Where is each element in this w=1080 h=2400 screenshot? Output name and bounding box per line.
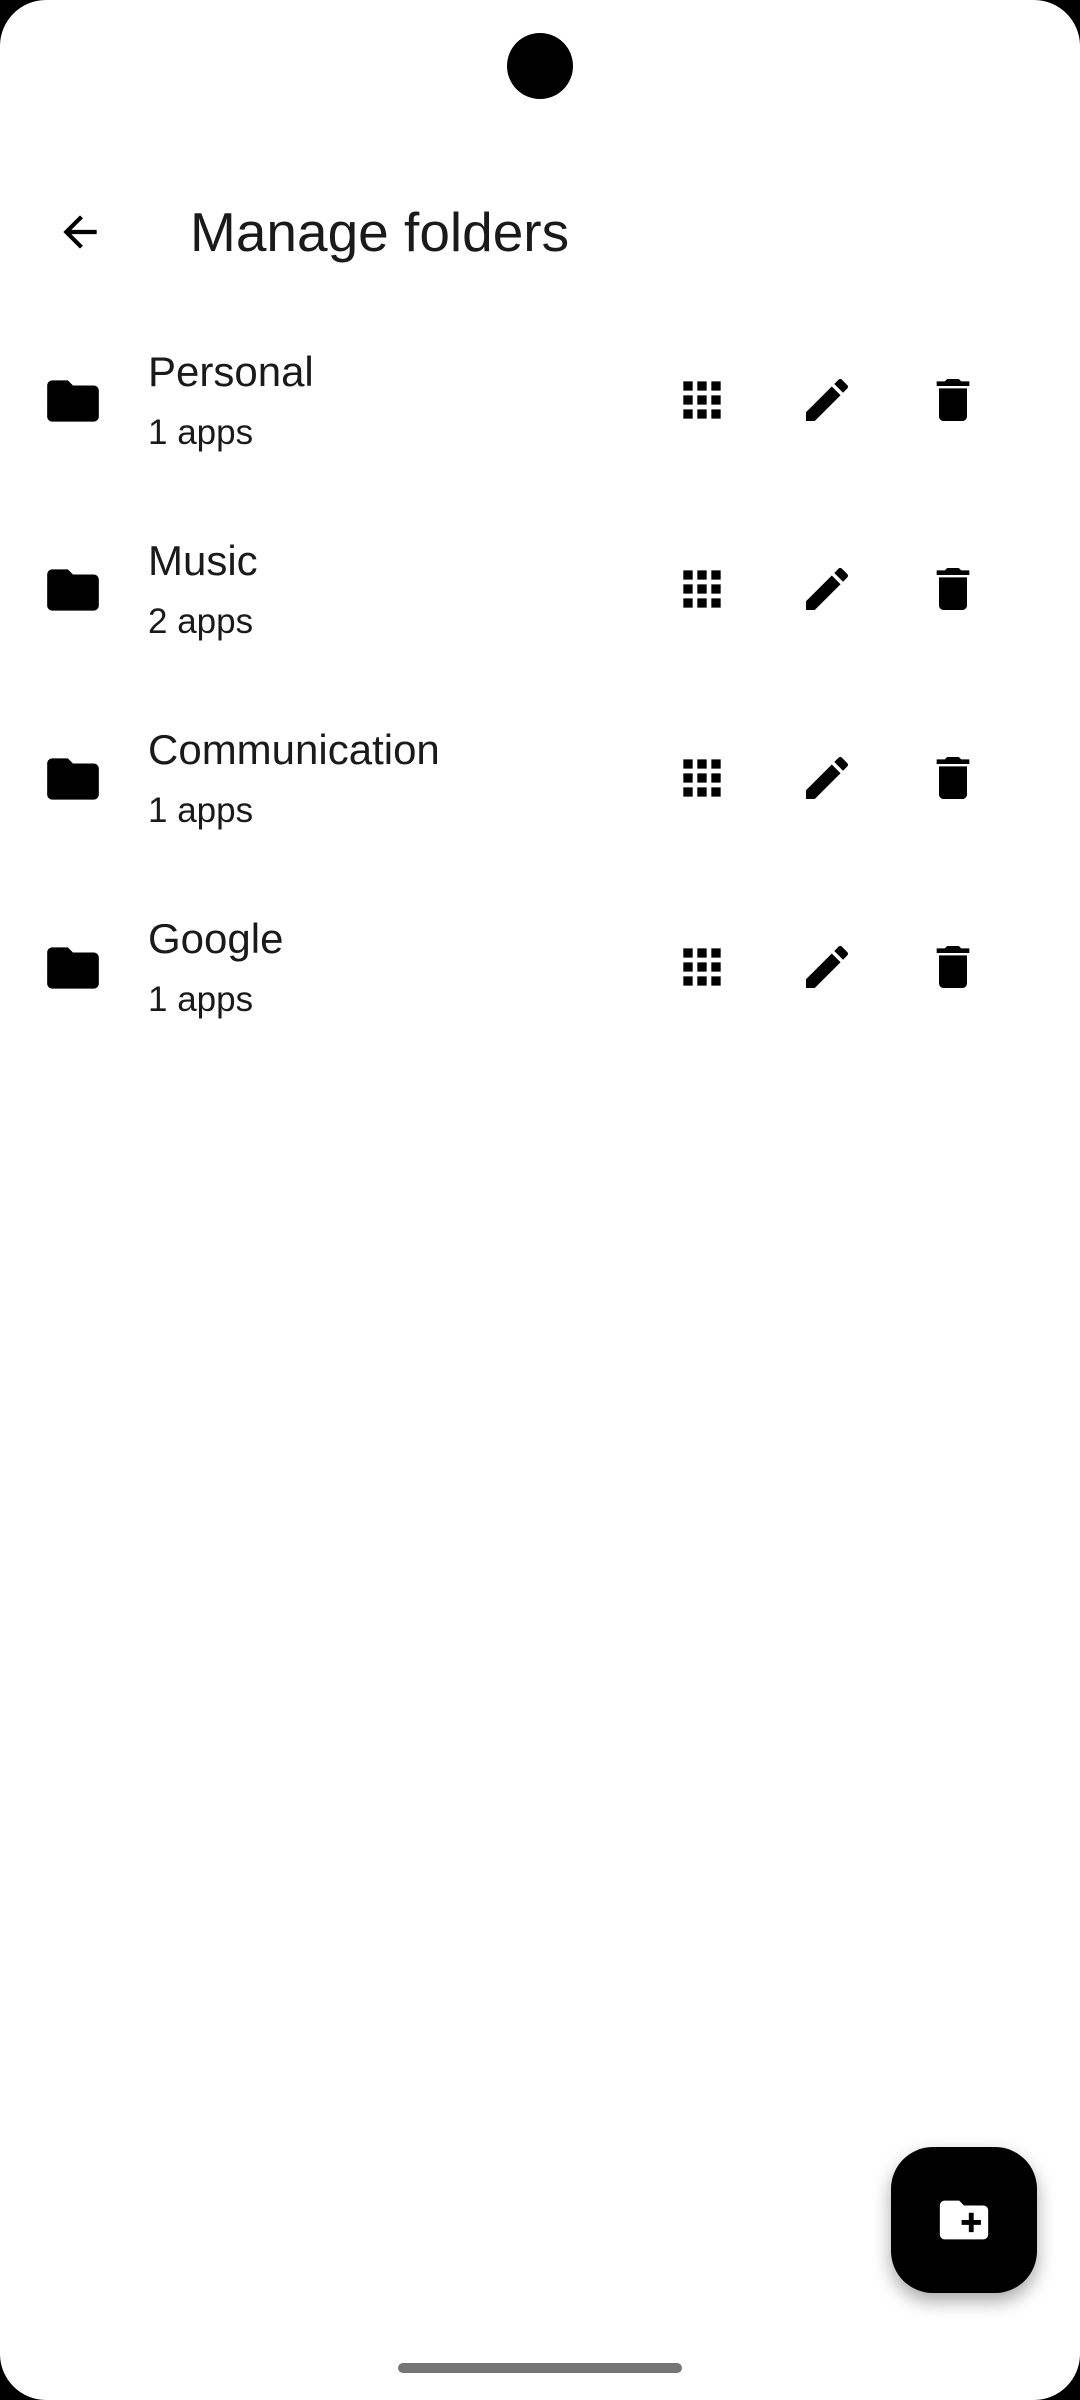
rename-folder-button[interactable] bbox=[779, 919, 875, 1015]
folder-name: Personal bbox=[148, 348, 314, 395]
folder-app-count: 2 apps bbox=[148, 602, 254, 641]
apps-grid-icon bbox=[683, 948, 721, 986]
rename-folder-button[interactable] bbox=[779, 541, 875, 637]
trash-icon bbox=[936, 757, 970, 799]
rename-folder-button[interactable] bbox=[779, 730, 875, 826]
rename-folder-button[interactable] bbox=[779, 352, 875, 448]
folder-app-count: 1 apps bbox=[148, 791, 254, 830]
delete-folder-button[interactable] bbox=[905, 919, 1001, 1015]
arrow-back-icon bbox=[63, 215, 97, 249]
folder-row[interactable]: Google 1 apps bbox=[0, 873, 1080, 1062]
delete-folder-button[interactable] bbox=[905, 730, 1001, 826]
delete-folder-button[interactable] bbox=[905, 352, 1001, 448]
folder-row[interactable]: Personal 1 apps bbox=[0, 306, 1080, 495]
screen: Manage folders Personal 1 apps Music 2 a… bbox=[0, 0, 1080, 2400]
manage-apps-button[interactable] bbox=[654, 919, 750, 1015]
folder-icon bbox=[42, 370, 104, 432]
trash-icon bbox=[936, 946, 970, 988]
delete-folder-button[interactable] bbox=[905, 541, 1001, 637]
apps-grid-icon bbox=[683, 381, 721, 419]
pencil-icon bbox=[806, 945, 849, 988]
pencil-icon bbox=[806, 378, 849, 421]
back-button[interactable] bbox=[32, 184, 128, 280]
folder-name: Music bbox=[148, 537, 258, 584]
folder-name: Communication bbox=[148, 726, 440, 773]
trash-icon bbox=[936, 568, 970, 610]
folder-row[interactable]: Communication 1 apps bbox=[0, 684, 1080, 873]
camera-cutout bbox=[507, 33, 573, 99]
page-title: Manage folders bbox=[190, 201, 570, 263]
add-folder-fab[interactable] bbox=[891, 2147, 1037, 2293]
apps-grid-icon bbox=[683, 570, 721, 608]
folder-name: Google bbox=[148, 915, 284, 962]
folder-app-count: 1 apps bbox=[148, 980, 254, 1019]
folder-row[interactable]: Music 2 apps bbox=[0, 495, 1080, 684]
folder-list: Personal 1 apps Music 2 apps Communicati… bbox=[0, 306, 1080, 1062]
gesture-navigation-bar[interactable] bbox=[398, 2363, 682, 2373]
trash-icon bbox=[936, 379, 970, 421]
folder-icon bbox=[42, 559, 104, 621]
create-new-folder-icon bbox=[939, 2200, 989, 2240]
folder-app-count: 1 apps bbox=[148, 413, 254, 452]
manage-apps-button[interactable] bbox=[654, 541, 750, 637]
manage-apps-button[interactable] bbox=[654, 730, 750, 826]
manage-apps-button[interactable] bbox=[654, 352, 750, 448]
folder-icon bbox=[42, 937, 104, 999]
pencil-icon bbox=[806, 567, 849, 610]
pencil-icon bbox=[806, 756, 849, 799]
folder-icon bbox=[42, 748, 104, 810]
app-bar: Manage folders bbox=[0, 168, 1080, 296]
apps-grid-icon bbox=[683, 759, 721, 797]
